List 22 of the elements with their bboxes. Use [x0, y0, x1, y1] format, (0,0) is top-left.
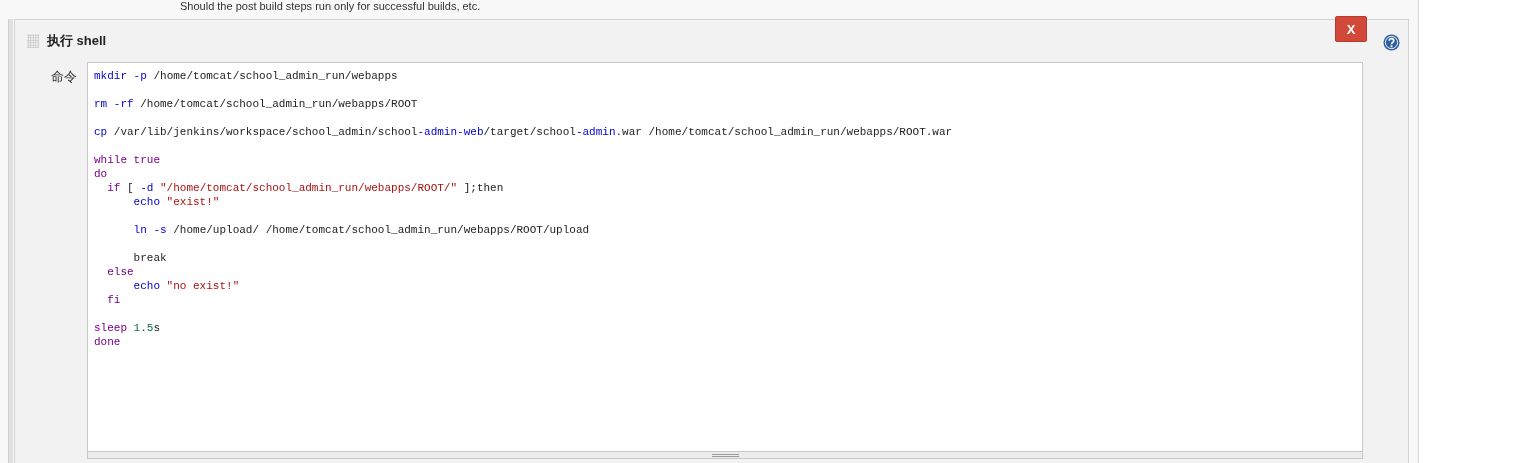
delete-button[interactable]: X — [1335, 16, 1367, 42]
command-editor[interactable] — [87, 62, 1363, 452]
code-line: do — [94, 167, 108, 181]
code-line: else — [106, 265, 134, 279]
code-line: ln -s /home/upload/ /home/tomcat/school_admin_run/webapps/ROOT/upload — [132, 223, 590, 237]
section-title: 执行 shell — [47, 32, 107, 50]
help-description: Should the post build steps run only for successful builds, etc. — [180, 0, 481, 12]
resize-bar[interactable] — [87, 452, 1363, 459]
code-line: fi — [106, 293, 121, 307]
code-line: while true — [94, 153, 161, 167]
drag-handle-icon[interactable] — [27, 34, 39, 48]
code-line: rm -rf /home/tomcat/school_admin_run/webapps/ROOT — [94, 97, 418, 111]
code-line: mkdir -p /home/tomcat/school_admin_run/webapps — [94, 69, 398, 83]
code-line: break — [132, 251, 167, 265]
field-label: 命令 — [50, 68, 78, 86]
code-line: echo "no exist!" — [132, 279, 240, 293]
code-line: sleep 1.5s — [94, 321, 161, 335]
code-line: cp /var/lib/jenkins/workspace/school_admin/school-admin-web/target/school-admin.war /home/tomcat/school_admin_run/webapps/ROOT.war — [94, 125, 953, 139]
code-line: if [ -d "/home/tomcat/school_admin_run/webapps/ROOT/" ];then — [106, 181, 504, 195]
help-icon[interactable] — [1383, 34, 1400, 51]
code-line: done — [94, 335, 121, 349]
code-line: echo "exist!" — [132, 195, 220, 209]
